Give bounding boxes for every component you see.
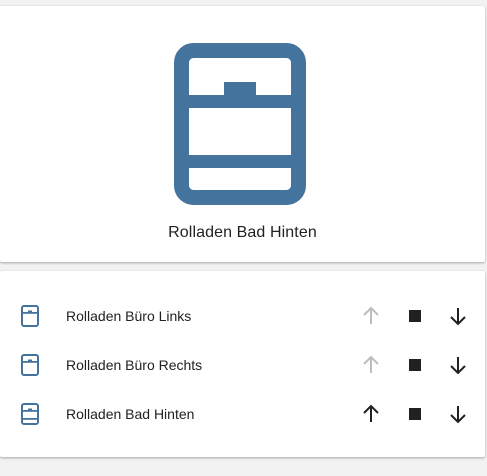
stop-cover-button[interactable]	[401, 400, 429, 428]
stop-icon	[409, 310, 421, 322]
arrow-up-icon	[363, 404, 379, 422]
open-cover-button[interactable]	[357, 302, 385, 330]
cover-row: Rolladen Büro Links	[0, 293, 485, 339]
hero-card: Rolladen Bad Hinten	[0, 6, 485, 262]
cover-row: Rolladen Büro Rechts	[0, 342, 485, 388]
arrow-down-icon	[450, 308, 466, 326]
window-shutter-icon[interactable]	[174, 43, 306, 205]
cover-name[interactable]: Rolladen Bad Hinten	[66, 406, 194, 422]
window-shutter-icon[interactable]	[21, 403, 39, 425]
close-cover-button[interactable]	[444, 302, 472, 330]
window-shutter-icon[interactable]	[21, 354, 39, 376]
stop-cover-button[interactable]	[401, 351, 429, 379]
close-cover-button[interactable]	[444, 351, 472, 379]
hero-title: Rolladen Bad Hinten	[168, 224, 317, 241]
open-cover-button[interactable]	[357, 400, 385, 428]
stop-icon	[409, 359, 421, 371]
window-shutter-icon[interactable]	[21, 305, 39, 327]
cover-row: Rolladen Bad Hinten	[0, 391, 485, 437]
arrow-up-icon	[363, 355, 379, 373]
arrow-up-icon	[363, 306, 379, 324]
covers-list-card: Rolladen Büro Links Rolladen Büro Rechts…	[0, 271, 485, 457]
cover-name[interactable]: Rolladen Büro Links	[66, 308, 191, 324]
close-cover-button[interactable]	[444, 400, 472, 428]
arrow-down-icon	[450, 357, 466, 375]
cover-name[interactable]: Rolladen Büro Rechts	[66, 357, 202, 373]
open-cover-button[interactable]	[357, 351, 385, 379]
stop-icon	[409, 408, 421, 420]
stop-cover-button[interactable]	[401, 302, 429, 330]
arrow-down-icon	[450, 406, 466, 424]
